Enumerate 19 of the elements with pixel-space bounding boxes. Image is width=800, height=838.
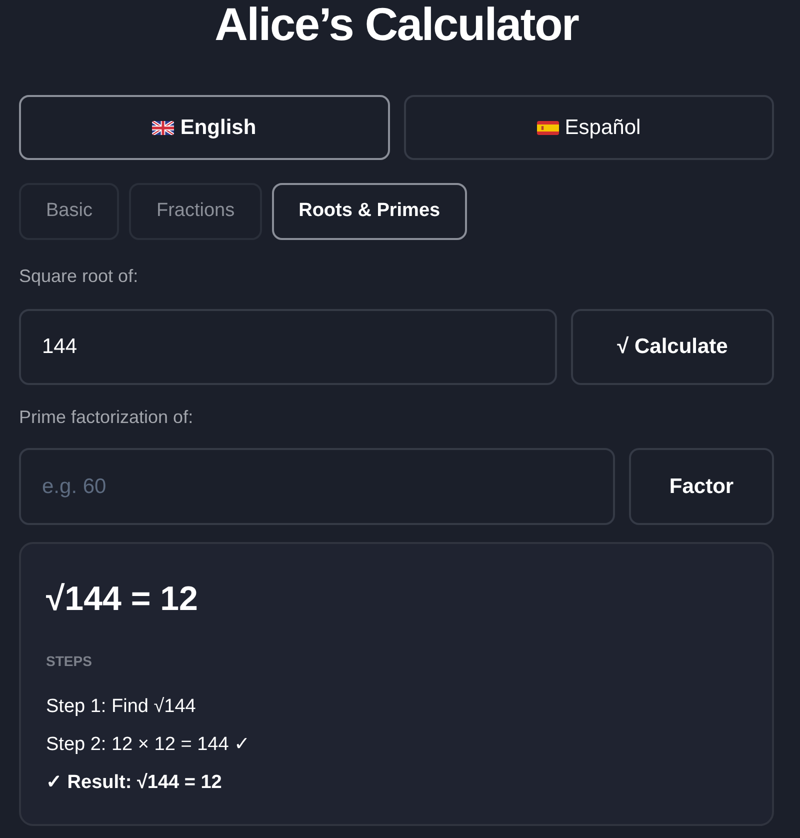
page-title: Alice’s Calculator xyxy=(214,0,580,48)
result-line: ✓ Result: √144 = 12 xyxy=(46,771,223,795)
factor-button[interactable]: Factor xyxy=(629,448,774,525)
step-line: Step 2: 12 × 12 = 144 ✓ xyxy=(46,733,252,757)
flag-icon xyxy=(152,120,174,134)
field-label: Prime factorization of: xyxy=(19,406,194,429)
input-field[interactable]: 144 xyxy=(19,309,557,385)
step-line: Step 1: Find √144 xyxy=(46,695,197,719)
tab[interactable]: Fractions xyxy=(129,183,262,240)
steps-heading: STEPS xyxy=(46,652,93,671)
language-button[interactable]: English xyxy=(19,95,390,160)
tab[interactable]: Basic xyxy=(19,183,120,240)
field-label: Square root of: xyxy=(19,265,140,288)
language-button[interactable]: Español xyxy=(404,95,774,160)
tab[interactable]: Roots & Primes xyxy=(272,183,468,240)
result-heading: √144 = 12 xyxy=(46,579,199,620)
input-field[interactable]: e.g. 60 xyxy=(19,448,615,525)
calculate-button[interactable]: √ Calculate xyxy=(571,309,774,385)
flag-icon xyxy=(536,120,559,134)
